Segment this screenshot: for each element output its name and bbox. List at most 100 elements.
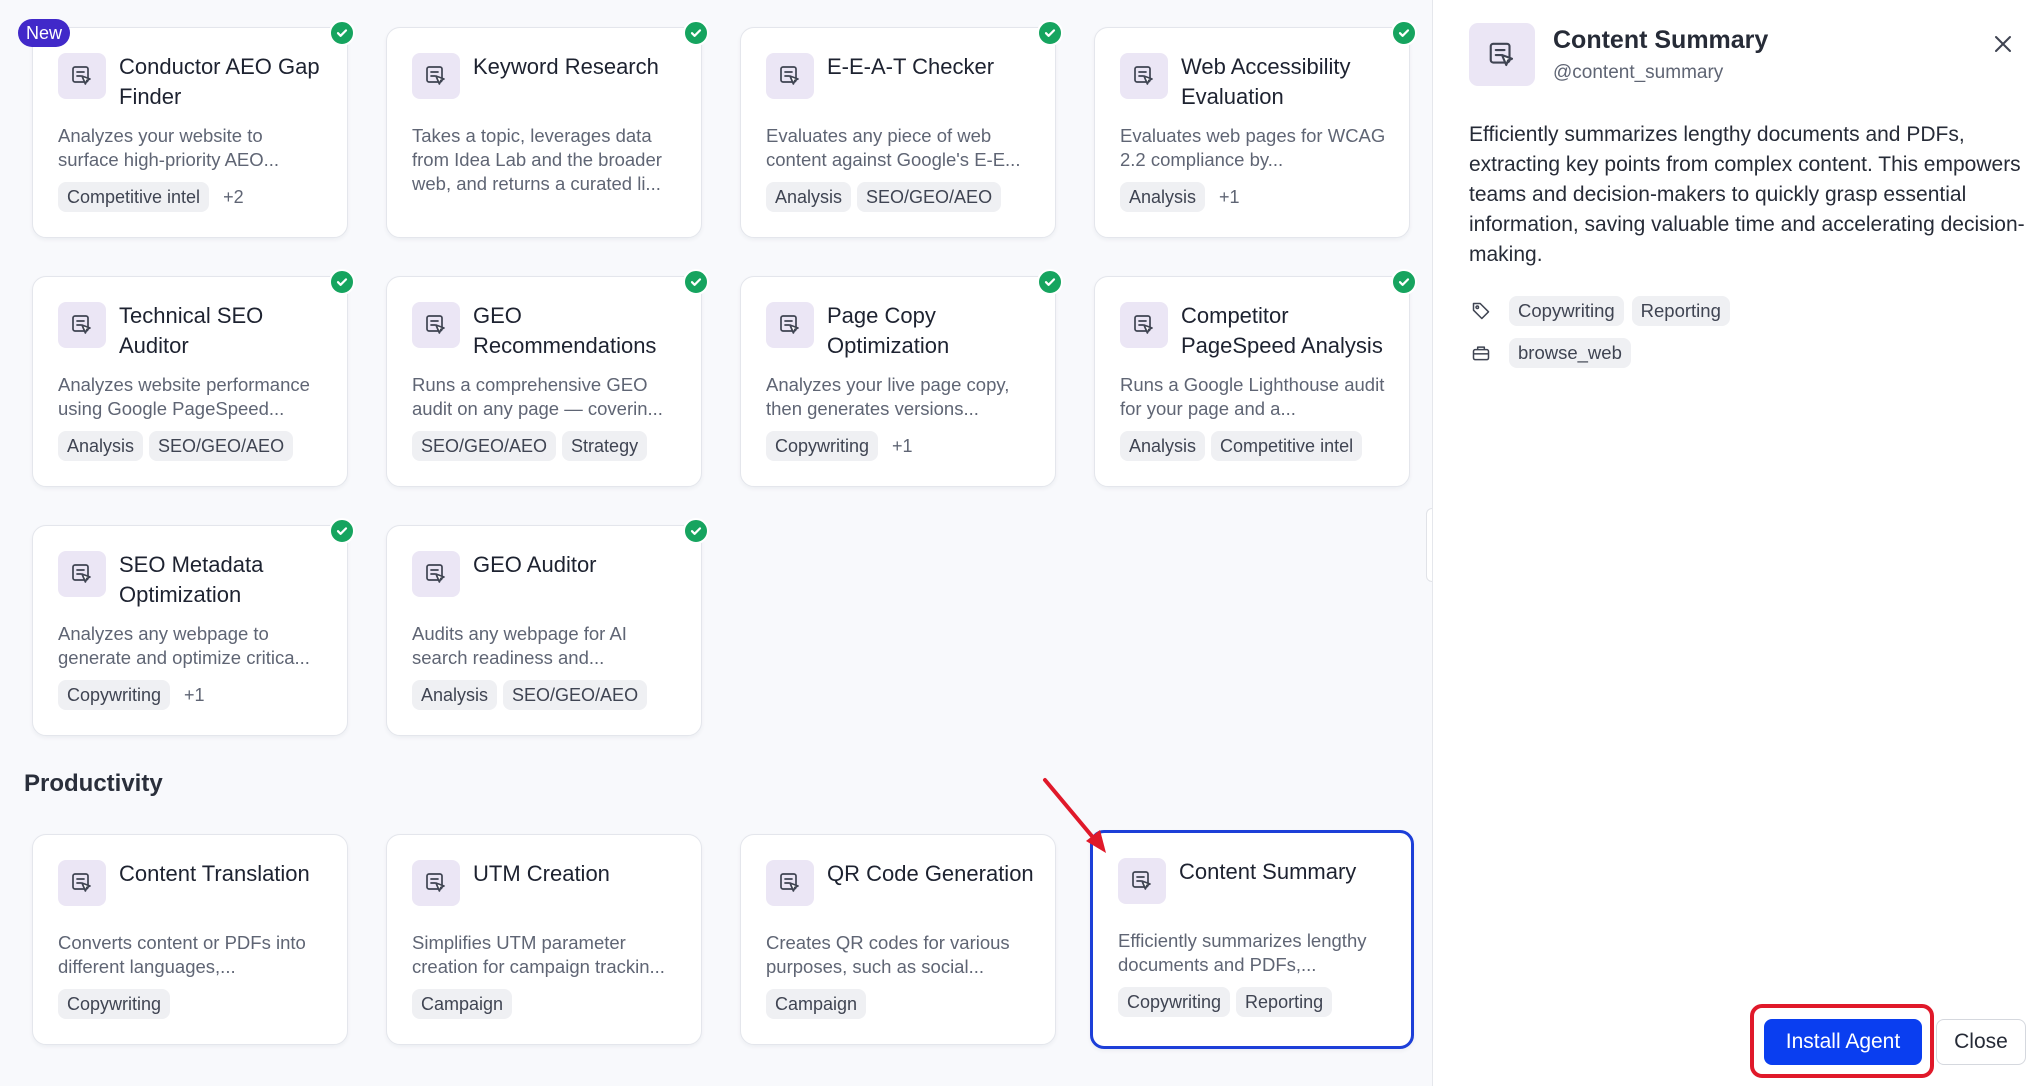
category-tag: Campaign: [766, 989, 867, 1019]
agent-icon: [1120, 53, 1168, 99]
agent-card-tags: Copywriting +1: [58, 680, 213, 710]
agent-card[interactable]: Keyword Research Takes a topic, leverages…: [386, 20, 709, 238]
agent-card-description: Runs a comprehensive GEO audit on any pa…: [412, 374, 663, 419]
agent-card[interactable]: E-E-A-T Checker Evaluates any piece of we…: [740, 20, 1063, 238]
category-tag: SEO/GEO/AEO: [857, 182, 1002, 212]
agent-card-description: Converts content or PDFs into different …: [58, 932, 306, 977]
agent-card-title: Content Translation: [119, 861, 310, 886]
agent-card-title: Keyword Research: [473, 54, 659, 79]
agent-card-tags: Competitive intel +2: [58, 182, 252, 212]
agent-card[interactable]: UTM Creation Simplifies UTM parameter cre…: [386, 834, 702, 1045]
agent-card[interactable]: GEO Recommendations Runs a comprehensive …: [386, 269, 709, 487]
installed-check-icon: [1391, 20, 1417, 46]
agent-card-title: E-E-A-T Checker: [827, 54, 995, 79]
category-tag: SEO/GEO/AEO: [503, 680, 648, 710]
agent-card[interactable]: GEO Auditor Audits any webpage for AI sea…: [386, 518, 709, 736]
installed-check-icon: [683, 20, 709, 46]
agent-card-tags: Copywriting: [58, 989, 171, 1019]
more-tags-count: +2: [223, 187, 244, 207]
installed-check-icon: [683, 269, 709, 295]
agent-card[interactable]: Competitor PageSpeed Analysis Runs a Goog…: [1094, 269, 1417, 487]
agent-card-description: Takes a topic, leverages data from Idea …: [412, 125, 662, 194]
agent-card-title: Page Copy Optimization: [827, 303, 950, 358]
panel-tools-row: browse_web: [1469, 338, 1631, 368]
agent-card[interactable]: Technical SEO Auditor Analyzes website pe…: [32, 269, 355, 487]
more-tags-count: +1: [1219, 187, 1240, 207]
panel-tags-row: Copywriting Reporting: [1469, 296, 1730, 326]
agent-card-description: Simplifies UTM parameter creation for ca…: [412, 932, 665, 977]
toolbox-icon: [1469, 341, 1493, 365]
panel-title: Content Summary: [1553, 26, 1769, 54]
agent-card[interactable]: Content Translation Converts content or P…: [32, 834, 348, 1045]
installed-check-icon: [1391, 269, 1417, 295]
agent-card-tags: Copywriting Reporting: [1118, 987, 1333, 1017]
agent-icon: [766, 860, 814, 906]
agent-card-description: Audits any webpage for AI search readine…: [412, 623, 627, 668]
panel-tool: browse_web: [1509, 338, 1631, 368]
agent-icon: [58, 53, 106, 99]
installed-check-icon: [1037, 269, 1063, 295]
agent-card-description: Analyzes your website to surface high-pr…: [58, 125, 280, 170]
agent-card[interactable]: Conductor AEO Gap Finder Analyzes your we…: [32, 20, 355, 238]
more-tags-count: +1: [184, 685, 205, 705]
agent-card-description: Analyzes your live page copy, then gener…: [766, 374, 1010, 419]
installed-check-icon: [683, 518, 709, 544]
agent-card-title: Conductor AEO Gap Finder: [119, 54, 320, 109]
agent-icon: [1469, 23, 1535, 86]
new-badge: New: [18, 19, 71, 47]
panel-handle: @content_summary: [1553, 62, 1724, 83]
agent-card-title: Competitor PageSpeed Analysis: [1181, 303, 1383, 358]
agent-card-title: Web Accessibility Evaluation: [1181, 54, 1351, 109]
installed-check-icon: [329, 20, 355, 46]
agent-card-description: Runs a Google Lighthouse audit for your …: [1120, 374, 1385, 419]
agent-card-description: Evaluates any piece of web content again…: [766, 125, 1021, 170]
agent-card-description: Creates QR codes for various purposes, s…: [766, 932, 1010, 977]
agent-card[interactable]: QR Code Generation Creates QR codes for v…: [740, 834, 1056, 1045]
category-tag: Analysis: [1120, 182, 1206, 212]
installed-check-icon: [1037, 20, 1063, 46]
category-tag: SEO/GEO/AEO: [412, 431, 557, 461]
agent-card-description: Analyzes any webpage to generate and opt…: [58, 623, 310, 668]
agent-card[interactable]: Page Copy Optimization Analyzes your live…: [740, 269, 1063, 487]
agent-card-tags: Analysis SEO/GEO/AEO: [766, 182, 1002, 212]
agent-card[interactable]: Content Summary Efficiently summarizes le…: [1090, 830, 1414, 1049]
agent-card-description: Analyzes website performance using Googl…: [58, 374, 310, 419]
agent-icon: [58, 302, 106, 348]
agent-card[interactable]: Web Accessibility Evaluation Evaluates we…: [1094, 20, 1417, 238]
agent-card-title: SEO Metadata Optimization: [119, 552, 264, 607]
agent-card-tags: SEO/GEO/AEO Strategy: [412, 431, 648, 461]
category-tag: Strategy: [562, 431, 648, 461]
category-tag: Copywriting: [58, 989, 171, 1019]
agent-icon: [412, 302, 460, 348]
installed-check-icon: [329, 269, 355, 295]
install-agent-button[interactable]: Install Agent: [1764, 1019, 1922, 1065]
agent-card-title: GEO Recommendations: [473, 303, 657, 358]
agent-card-tags: Analysis Competitive intel: [1120, 431, 1363, 461]
category-tag: Competitive intel: [58, 182, 210, 212]
agent-icon: [766, 302, 814, 348]
panel-tag: Reporting: [1631, 296, 1730, 326]
agent-card-description: Efficiently summarizes lengthy documents…: [1118, 930, 1367, 975]
category-tag: Analysis: [412, 680, 498, 710]
category-tag: Analysis: [58, 431, 144, 461]
agent-gallery: New Conductor AEO Gap Finder Analyzes you…: [0, 0, 1432, 1086]
agent-card[interactable]: SEO Metadata Optimization Analyzes any we…: [32, 518, 355, 736]
agent-icon: [412, 860, 460, 906]
agent-card-tags: Analysis SEO/GEO/AEO: [412, 680, 648, 710]
agent-icon: [412, 551, 460, 597]
more-tags-count: +1: [892, 436, 913, 456]
agent-detail-panel: Content Summary @content_summary Efficie…: [1432, 0, 2040, 1086]
agent-card-tags: Copywriting +1: [766, 431, 921, 461]
category-tag: Campaign: [412, 989, 513, 1019]
agent-card-tags: Campaign: [412, 989, 513, 1019]
category-tag: Copywriting: [766, 431, 879, 461]
agent-card-title: QR Code Generation: [827, 861, 1034, 886]
close-icon[interactable]: [1989, 30, 2017, 58]
agent-card-tags: Analysis SEO/GEO/AEO: [58, 431, 294, 461]
agent-card-title: Content Summary: [1179, 859, 1357, 884]
agent-card-title: UTM Creation: [473, 861, 610, 886]
category-tag: Copywriting: [58, 680, 171, 710]
section-title-productivity: Productivity: [24, 770, 163, 797]
close-button[interactable]: Close: [1936, 1019, 2026, 1065]
panel-description: Efficiently summarizes lengthy documents…: [1469, 123, 2025, 266]
